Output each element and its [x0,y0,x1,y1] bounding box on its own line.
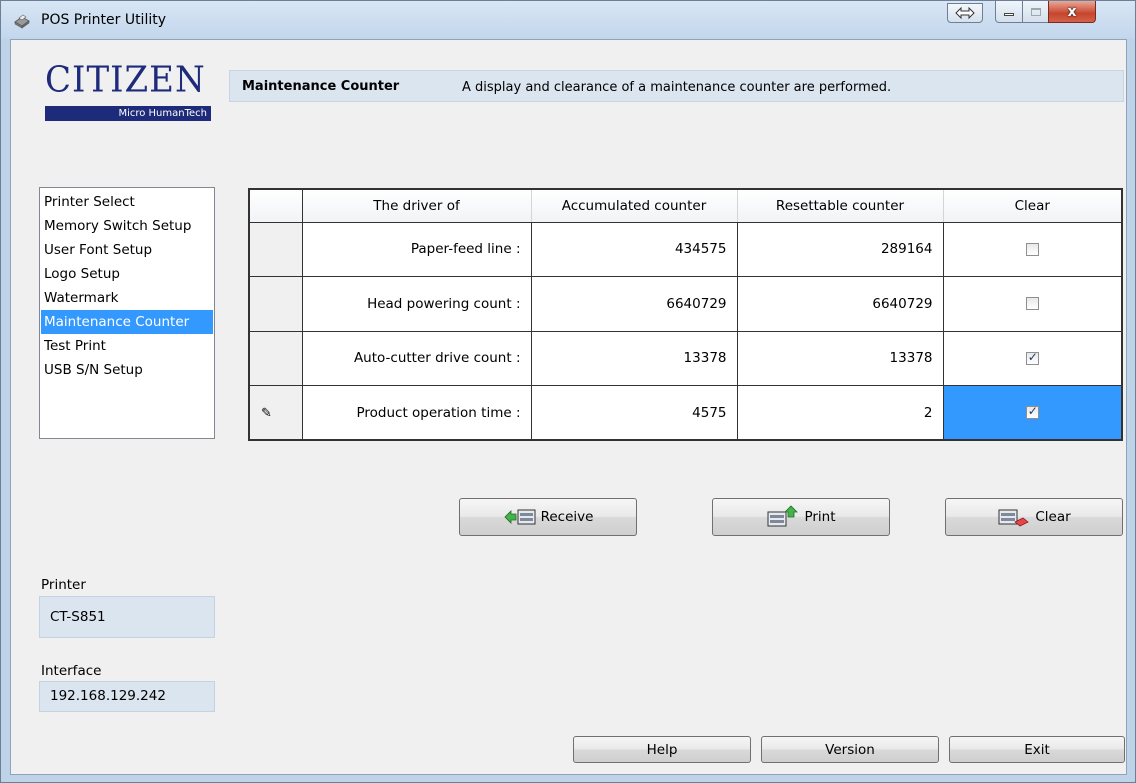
table-header-row: The driver of Accumulated counter Resett… [250,190,1121,223]
sidebar-item-memory-switch-setup[interactable]: Memory Switch Setup [41,214,213,238]
accumulated-counter-cell: 434575 [531,222,738,278]
resettable-counter-cell: 2 [737,385,944,439]
row-header[interactable] [250,222,303,278]
swap-icon[interactable] [947,3,983,23]
client-area: CITIZEN Micro HumanTech Maintenance Coun… [10,39,1127,775]
print-icon [767,505,799,527]
table-row: Auto-cutter drive count : 13378 13378 [250,331,1121,387]
column-header[interactable]: Clear [943,190,1121,223]
page-title: Maintenance Counter [242,79,400,94]
print-button[interactable]: Print [712,498,890,536]
minimize-button[interactable] [995,1,1023,23]
help-label: Help [646,741,678,758]
printer-label: Printer [41,577,86,593]
printer-app-icon [14,14,30,29]
version-label: Version [825,741,875,758]
clear-checkbox[interactable] [1025,404,1039,420]
sidebar-item-watermark[interactable]: Watermark [41,286,213,310]
accumulated-counter-cell: 13378 [531,331,738,387]
receive-label: Receive [540,509,594,525]
title-bar[interactable]: POS Printer Utility x [1,1,1135,39]
help-button[interactable]: Help [573,736,751,763]
logo-brand: CITIZEN [45,59,206,101]
column-header[interactable]: Accumulated counter [531,190,738,223]
app-window: POS Printer Utility x CITIZEN Micro Huma… [0,0,1136,783]
counter-label: Head powering count : [302,276,532,332]
counter-label: Product operation time : [302,385,532,439]
sidebar-item-user-font-setup[interactable]: User Font Setup [41,238,213,262]
column-header[interactable]: The driver of [302,190,532,223]
clear-icon [998,509,1030,527]
logo-subtitle: Micro HumanTech [45,106,211,121]
counter-table: The driver of Accumulated counter Resett… [248,188,1123,441]
sidebar-menu[interactable]: Printer Select Memory Switch Setup User … [39,187,215,439]
edit-pencil-icon: ✎ [261,405,272,421]
close-icon: x [1067,3,1077,20]
close-button[interactable]: x [1048,1,1096,23]
accumulated-counter-cell: 6640729 [531,276,738,332]
resettable-counter-cell: 6640729 [737,276,944,332]
printer-value: CT-S851 [39,596,215,638]
maximize-button[interactable] [1022,1,1049,23]
page-header: Maintenance Counter A display and cleara… [229,70,1124,102]
resettable-counter-cell: 13378 [737,331,944,387]
clear-checkbox[interactable] [1025,242,1039,256]
clear-cell [943,276,1121,332]
clear-cell [943,385,1121,439]
counter-label: Auto-cutter drive count : [302,331,532,387]
receive-button[interactable]: Receive [459,498,637,536]
citizen-logo: CITIZEN Micro HumanTech [41,58,215,124]
version-button[interactable]: Version [761,736,939,763]
interface-value: 192.168.129.242 [39,681,215,712]
clear-checkbox[interactable] [1025,350,1039,365]
clear-button[interactable]: Clear [945,498,1123,536]
row-header[interactable] [250,331,303,387]
row-header[interactable] [250,276,303,332]
column-header[interactable]: Resettable counter [737,190,944,223]
table-row: ✎ Product operation time : 4575 2 [250,385,1121,439]
accumulated-counter-cell: 4575 [531,385,738,439]
window-title: POS Printer Utility [41,12,167,28]
sidebar-item-test-print[interactable]: Test Print [41,334,213,358]
clear-cell [943,222,1121,278]
clear-cell [943,331,1121,387]
table-row: Paper-feed line : 434575 289164 [250,222,1121,278]
minimize-icon [1004,13,1014,16]
table-row: Head powering count : 6640729 6640729 [250,276,1121,332]
sidebar-item-maintenance-counter[interactable]: Maintenance Counter [41,310,213,334]
counter-label: Paper-feed line : [302,222,532,278]
page-description: A display and clearance of a maintenance… [462,80,892,95]
maximize-icon [1030,7,1041,16]
receive-icon [503,509,536,525]
resettable-counter-cell: 289164 [737,222,944,278]
clear-label: Clear [1035,509,1071,525]
sidebar-item-logo-setup[interactable]: Logo Setup [41,262,213,286]
interface-label: Interface [41,663,102,679]
row-header-corner [250,190,303,223]
row-header[interactable]: ✎ [250,385,303,439]
print-label: Print [804,509,836,525]
sidebar-item-printer-select[interactable]: Printer Select [41,190,213,214]
exit-button[interactable]: Exit [949,736,1125,763]
clear-checkbox[interactable] [1025,297,1039,311]
exit-label: Exit [1024,741,1050,758]
sidebar-item-usb-sn-setup[interactable]: USB S/N Setup [41,358,213,382]
